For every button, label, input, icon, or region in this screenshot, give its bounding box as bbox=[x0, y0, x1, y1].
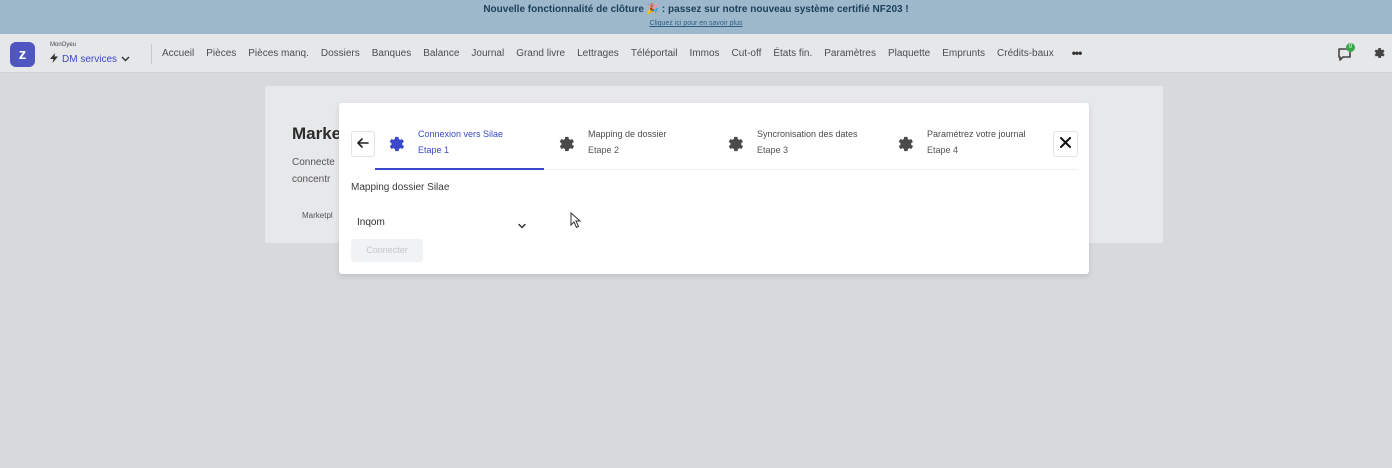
logo-icon[interactable]: z bbox=[10, 42, 35, 67]
nav-item-pieces[interactable]: Pièces bbox=[206, 48, 236, 59]
nav-item-accueil[interactable]: Accueil bbox=[162, 48, 194, 59]
page-description: Connecte bbox=[292, 157, 335, 168]
tab-marketplace[interactable]: Marketpl bbox=[302, 211, 333, 220]
nav-menu: Accueil Pièces Pièces manq. Dossiers Ban… bbox=[162, 34, 1083, 72]
gear-icon bbox=[386, 134, 406, 154]
step-subtitle: Etape 2 bbox=[588, 145, 620, 155]
chevron-down-icon bbox=[121, 54, 130, 64]
banner-title: Nouvelle fonctionnalité de clôture 🎉 : p… bbox=[483, 4, 909, 15]
org-caption: MonOyeu bbox=[50, 42, 77, 48]
arrow-left-icon bbox=[357, 135, 369, 153]
org-switcher[interactable]: DM services bbox=[50, 52, 130, 66]
step-subtitle: Etape 1 bbox=[418, 145, 450, 155]
page-title: Marke bbox=[292, 124, 342, 143]
more-icon[interactable]: ••• bbox=[1072, 46, 1083, 60]
nav-item-etats-fin[interactable]: États fin. bbox=[773, 48, 812, 59]
nav-item-dossiers[interactable]: Dossiers bbox=[321, 48, 360, 59]
settings-icon[interactable] bbox=[1372, 46, 1386, 60]
banner-link[interactable]: Cliquez ici pour en savoir plus bbox=[0, 20, 1392, 27]
nav-item-emprunts[interactable]: Emprunts bbox=[942, 48, 985, 59]
step-title: Connexion vers Silae bbox=[418, 129, 504, 139]
close-icon bbox=[1060, 135, 1071, 153]
nav-item-lettrages[interactable]: Lettrages bbox=[577, 48, 619, 59]
nav-item-immos[interactable]: Immos bbox=[690, 48, 720, 59]
select-value: Inqom bbox=[357, 217, 385, 228]
nav-item-plaquette[interactable]: Plaquette bbox=[888, 48, 930, 59]
back-button[interactable] bbox=[351, 131, 375, 157]
silae-folder-select[interactable]: Inqom bbox=[351, 211, 529, 235]
silae-connection-modal: Connexion vers Silae Etape 1 Mapping de … bbox=[339, 103, 1089, 274]
step-title: Mapping de dossier bbox=[588, 129, 667, 139]
page-description-line2: concentr bbox=[292, 174, 331, 185]
notification-badge: 0 bbox=[1346, 43, 1355, 52]
chevron-down-icon bbox=[517, 218, 527, 229]
mouse-cursor-icon bbox=[570, 211, 582, 229]
step-title: Syncronisation des dates bbox=[757, 129, 858, 139]
step-3-synchronisation[interactable]: Syncronisation des dates Etape 3 bbox=[715, 121, 885, 168]
nav-item-balance[interactable]: Balance bbox=[423, 48, 459, 59]
nav-divider bbox=[151, 44, 152, 64]
close-button[interactable] bbox=[1053, 131, 1078, 157]
nav-item-cut-off[interactable]: Cut-off bbox=[732, 48, 762, 59]
nav-item-journal[interactable]: Journal bbox=[471, 48, 504, 59]
gear-icon bbox=[556, 134, 576, 154]
mapping-label: Mapping dossier Silae bbox=[351, 182, 450, 193]
nav-item-grand-livre[interactable]: Grand livre bbox=[516, 48, 565, 59]
step-1-connexion[interactable]: Connexion vers Silae Etape 1 bbox=[376, 121, 546, 168]
announcement-banner: Nouvelle fonctionnalité de clôture 🎉 : p… bbox=[0, 0, 1392, 34]
nav-item-pieces-manquantes[interactable]: Pièces manq. bbox=[248, 48, 309, 59]
step-subtitle: Etape 4 bbox=[927, 145, 959, 155]
nav-item-banques[interactable]: Banques bbox=[372, 48, 411, 59]
step-subtitle: Etape 3 bbox=[757, 145, 789, 155]
nav-item-teleportail[interactable]: Téléportail bbox=[631, 48, 678, 59]
gear-icon bbox=[895, 134, 915, 154]
gear-icon bbox=[725, 134, 745, 154]
step-title: Paramétrez votre journal bbox=[927, 129, 1026, 139]
active-step-indicator bbox=[375, 168, 544, 170]
nav-item-parametres[interactable]: Paramètres bbox=[824, 48, 876, 59]
step-2-mapping[interactable]: Mapping de dossier Etape 2 bbox=[546, 121, 716, 168]
org-name: DM services bbox=[62, 53, 118, 65]
step-4-journal[interactable]: Paramétrez votre journal Etape 4 bbox=[885, 121, 1055, 168]
bolt-icon bbox=[50, 52, 58, 66]
nav-item-credits-baux[interactable]: Crédits-baux bbox=[997, 48, 1054, 59]
connect-button[interactable]: Connecter bbox=[351, 239, 423, 262]
top-navigation: z MonOyeu DM services Accueil Pièces Piè… bbox=[0, 34, 1392, 73]
